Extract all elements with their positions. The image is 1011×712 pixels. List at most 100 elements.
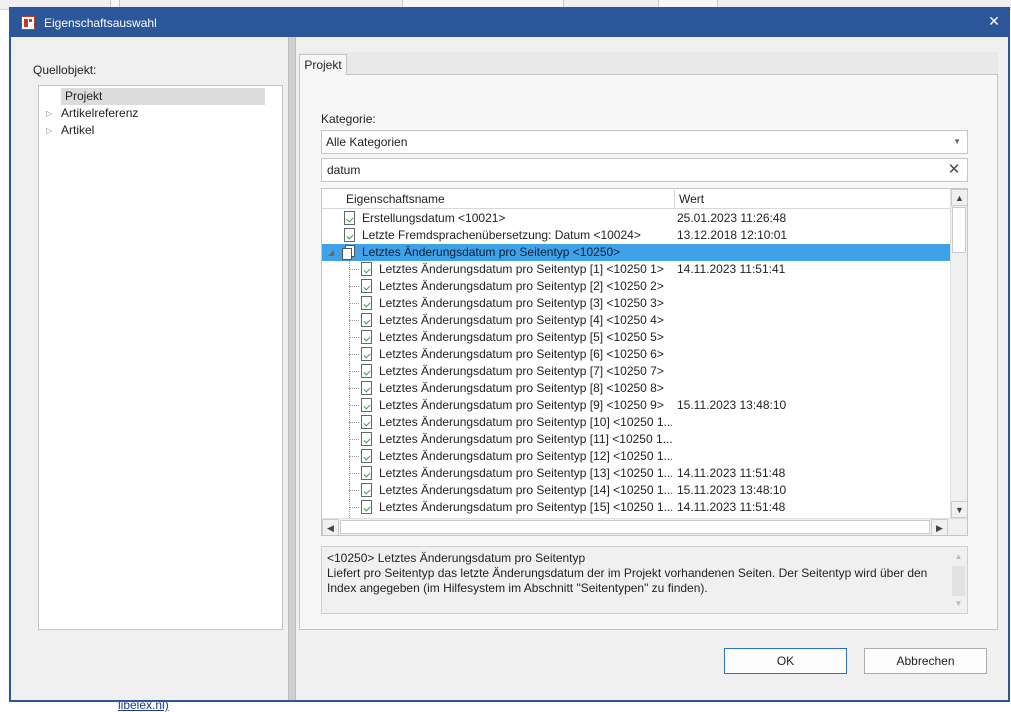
description-title: <10250> Letztes Änderungsdatum pro Seite… — [327, 551, 586, 565]
tree-connector — [349, 286, 359, 287]
scroll-thumb[interactable] — [340, 520, 930, 534]
document-check-icon — [361, 415, 372, 429]
table-row[interactable]: Letzte Fremdsprachenübersetzung: Datum <… — [322, 227, 950, 244]
table-row[interactable]: Letztes Änderungsdatum pro Seitentyp [5]… — [322, 329, 950, 346]
scroll-down-icon[interactable]: ▼ — [950, 596, 967, 611]
property-name: Letztes Änderungsdatum pro Seitentyp [5]… — [379, 330, 664, 344]
source-object-tree[interactable]: Projekt ▷ Artikelreferenz ▷ Artikel — [38, 85, 283, 630]
clear-search-icon[interactable]: ✕ — [946, 161, 962, 179]
document-check-icon — [361, 432, 372, 446]
scroll-down-icon[interactable]: ▼ — [951, 501, 967, 518]
property-value: 14.11.2023 11:51:48 — [677, 500, 786, 514]
cancel-button[interactable]: Abbrechen — [864, 648, 987, 674]
source-object-label: Quellobjekt: — [33, 63, 97, 77]
category-select[interactable]: Alle Kategorien ▼ — [321, 130, 968, 154]
tree-connector — [349, 507, 359, 508]
tree-connector — [349, 388, 359, 389]
property-name: Letztes Änderungsdatum pro Seitentyp [12… — [379, 449, 672, 463]
document-check-icon — [344, 211, 355, 225]
tree-connector — [349, 320, 359, 321]
property-name: Letztes Änderungsdatum pro Seitentyp [8]… — [379, 381, 664, 395]
table-row[interactable]: Letztes Änderungsdatum pro Seitentyp [2]… — [322, 278, 950, 295]
document-check-icon — [361, 296, 372, 310]
table-row[interactable]: Letztes Änderungsdatum pro Seitentyp [13… — [322, 465, 950, 482]
tree-node[interactable]: Projekt — [41, 88, 281, 105]
tree-node[interactable]: ▷ Artikel — [41, 122, 281, 139]
multi-document-icon — [342, 245, 356, 260]
scroll-thumb[interactable] — [952, 207, 966, 253]
dialog-title: Eigenschaftsauswahl — [44, 16, 157, 30]
description-scrollbar[interactable]: ▲ ▼ — [950, 547, 967, 613]
property-value: 13.12.2018 12:10:01 — [677, 228, 788, 242]
close-icon[interactable]: ✕ — [984, 11, 1004, 31]
table-row[interactable]: Letztes Änderungsdatum pro Seitentyp [1]… — [322, 261, 950, 278]
document-check-icon — [361, 381, 372, 395]
document-check-icon — [344, 228, 355, 242]
table-row[interactable]: Letztes Änderungsdatum pro Seitentyp [11… — [322, 431, 950, 448]
property-name: Letztes Änderungsdatum pro Seitentyp [11… — [379, 432, 672, 446]
tree-connector — [349, 354, 359, 355]
properties-panel: Projekt Kategorie: Alle Kategorien ▼ dat… — [299, 52, 999, 630]
search-input[interactable]: datum ✕ — [321, 158, 968, 182]
property-name: Letztes Änderungsdatum pro Seitentyp [10… — [379, 415, 672, 429]
property-name: Letztes Änderungsdatum pro Seitentyp [15… — [379, 500, 672, 514]
table-row[interactable]: Letztes Änderungsdatum pro Seitentyp [6]… — [322, 346, 950, 363]
scroll-thumb[interactable] — [952, 566, 965, 596]
tab-projekt[interactable]: Projekt — [299, 54, 347, 76]
table-row[interactable]: Letztes Änderungsdatum pro Seitentyp [14… — [322, 482, 950, 499]
property-name: Letztes Änderungsdatum pro Seitentyp [2]… — [379, 279, 664, 293]
table-row[interactable]: Letztes Änderungsdatum pro Seitentyp [15… — [322, 499, 950, 516]
table-row[interactable]: Erstellungsdatum <10021> 25.01.2023 11:26… — [322, 210, 950, 227]
app-icon — [21, 16, 35, 30]
table-row[interactable]: Letztes Änderungsdatum pro Seitentyp [12… — [322, 448, 950, 465]
tree-connector — [349, 456, 359, 457]
tree-node[interactable]: ▷ Artikelreferenz — [41, 105, 281, 122]
dialog-titlebar[interactable]: Eigenschaftsauswahl ✕ — [9, 7, 1010, 39]
table-row-group[interactable]: ◢ Letztes Änderungsdatum pro Seitentyp <1… — [322, 244, 950, 261]
document-check-icon — [361, 483, 372, 497]
document-check-icon — [361, 279, 372, 293]
document-check-icon — [361, 500, 372, 514]
document-check-icon — [361, 347, 372, 361]
vertical-scrollbar[interactable]: ▲ ▼ — [950, 189, 967, 518]
ok-button[interactable]: OK — [724, 648, 847, 674]
document-check-icon — [361, 330, 372, 344]
tree-connector — [349, 405, 359, 406]
horizontal-scrollbar[interactable]: ◀ ▶ — [322, 518, 967, 535]
table-row[interactable]: Letztes Änderungsdatum pro Seitentyp [10… — [322, 414, 950, 431]
property-value: 15.11.2023 13:48:10 — [677, 398, 787, 412]
table-row[interactable]: Letztes Änderungsdatum pro Seitentyp [9]… — [322, 397, 950, 414]
table-row[interactable]: Letztes Änderungsdatum pro Seitentyp [7]… — [322, 363, 950, 380]
grid-header: Eigenschaftsname Wert — [322, 189, 950, 209]
scroll-up-icon[interactable]: ▲ — [951, 189, 967, 206]
property-value: 14.11.2023 11:51:41 — [677, 262, 786, 276]
property-name: Letztes Änderungsdatum pro Seitentyp [6]… — [379, 347, 664, 361]
column-divider[interactable] — [674, 190, 675, 208]
column-header-value[interactable]: Wert — [679, 192, 704, 206]
tree-connector — [349, 371, 359, 372]
document-check-icon — [361, 313, 372, 327]
table-row[interactable]: Letztes Änderungsdatum pro Seitentyp [3]… — [322, 295, 950, 312]
scroll-right-icon[interactable]: ▶ — [931, 519, 948, 535]
scroll-left-icon[interactable]: ◀ — [322, 519, 339, 535]
scroll-up-icon[interactable]: ▲ — [950, 549, 967, 564]
table-row[interactable]: Letztes Änderungsdatum pro Seitentyp [4]… — [322, 312, 950, 329]
table-row[interactable]: Letztes Änderungsdatum pro Seitentyp [8]… — [322, 380, 950, 397]
document-check-icon — [361, 262, 372, 276]
tree-node-label: Projekt — [61, 88, 265, 105]
pane-splitter[interactable] — [288, 37, 296, 700]
property-grid[interactable]: Eigenschaftsname Wert Erstellungsdatum <… — [321, 188, 968, 536]
property-name: Letztes Änderungsdatum pro Seitentyp [14… — [379, 483, 672, 497]
search-value: datum — [327, 163, 361, 177]
document-check-icon — [361, 449, 372, 463]
column-header-name[interactable]: Eigenschaftsname — [346, 192, 445, 206]
tree-node-label: Artikel — [61, 123, 95, 137]
tab-strip: Projekt — [299, 52, 998, 76]
expand-arrow-icon[interactable]: ▷ — [46, 122, 52, 139]
tree-connector — [349, 269, 359, 270]
tab-content: Kategorie: Alle Kategorien ▼ datum ✕ Eig… — [299, 75, 998, 630]
collapse-arrow-icon[interactable]: ◢ — [328, 244, 334, 261]
expand-arrow-icon[interactable]: ▷ — [46, 105, 52, 122]
tree-node-label: Artikelreferenz — [61, 106, 139, 120]
property-name: Erstellungsdatum <10021> — [362, 211, 506, 225]
